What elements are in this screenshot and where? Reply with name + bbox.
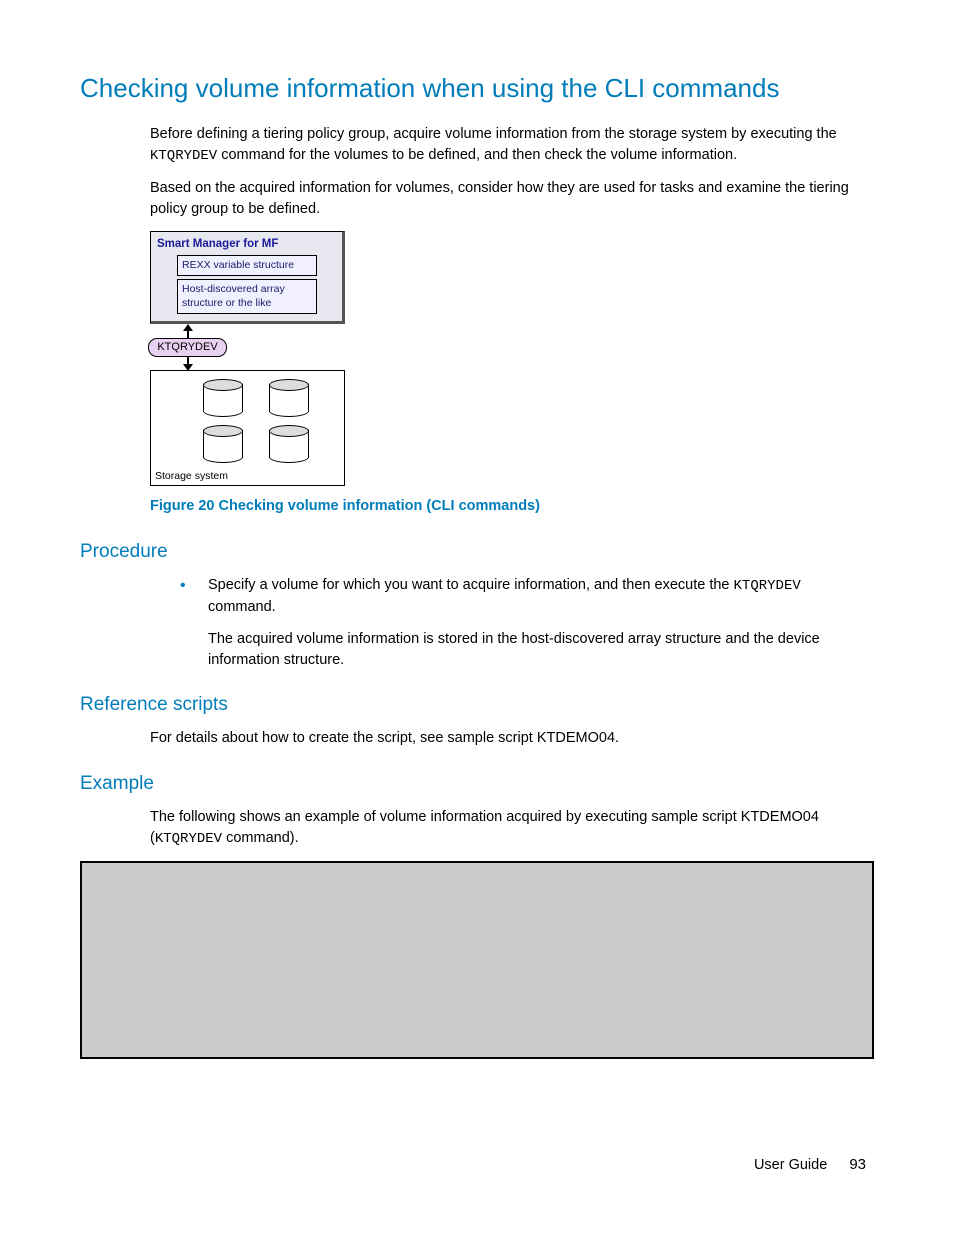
page-footer: User Guide 93 — [754, 1154, 866, 1175]
procedure-heading: Procedure — [80, 539, 874, 566]
rexx-box: REXX variable structure — [177, 255, 317, 276]
example-body: The following shows an example of volume… — [150, 807, 864, 849]
procedure-item: Specify a volume for which you want to a… — [180, 575, 864, 617]
cylinder-icon — [203, 425, 243, 463]
cylinder-icon — [269, 379, 309, 417]
storage-system-box: Storage system — [150, 370, 345, 486]
procedure-note: The acquired volume information is store… — [208, 629, 864, 670]
intro-paragraph-1: Before defining a tiering policy group, … — [150, 124, 864, 166]
example-output-box — [80, 861, 874, 1059]
smart-manager-box: Smart Manager for MF REXX variable struc… — [150, 231, 345, 324]
smart-manager-title: Smart Manager for MF — [157, 236, 338, 252]
figure-caption: Figure 20 Checking volume information (C… — [150, 496, 874, 516]
host-array-box: Host-discovered array structure or the l… — [177, 279, 317, 314]
figure-diagram: Smart Manager for MF REXX variable struc… — [150, 231, 874, 487]
reference-body: For details about how to create the scri… — [150, 728, 864, 748]
text: command). — [222, 830, 299, 846]
section-heading: Checking volume information when using t… — [80, 70, 874, 106]
procedure-list: Specify a volume for which you want to a… — [180, 575, 864, 617]
command-name: KTQRYDEV — [155, 831, 222, 847]
storage-label: Storage system — [155, 469, 228, 484]
text: command for the volumes to be defined, a… — [217, 147, 737, 163]
connector: KTQRYDEV — [90, 324, 285, 371]
command-name: KTQRYDEV — [150, 148, 217, 164]
reference-heading: Reference scripts — [80, 692, 874, 719]
text: command. — [208, 599, 276, 615]
cylinder-icon — [269, 425, 309, 463]
intro-paragraph-2: Based on the acquired information for vo… — [150, 178, 864, 219]
page-number: 93 — [849, 1156, 866, 1173]
example-heading: Example — [80, 771, 874, 798]
text: Specify a volume for which you want to a… — [208, 577, 734, 593]
ktqrydev-label: KTQRYDEV — [148, 338, 226, 357]
command-name: KTQRYDEV — [734, 578, 801, 594]
intro-block: Before defining a tiering policy group, … — [150, 124, 864, 218]
text: Before defining a tiering policy group, … — [150, 126, 837, 142]
cylinder-icon — [203, 379, 243, 417]
footer-label: User Guide — [754, 1157, 827, 1173]
